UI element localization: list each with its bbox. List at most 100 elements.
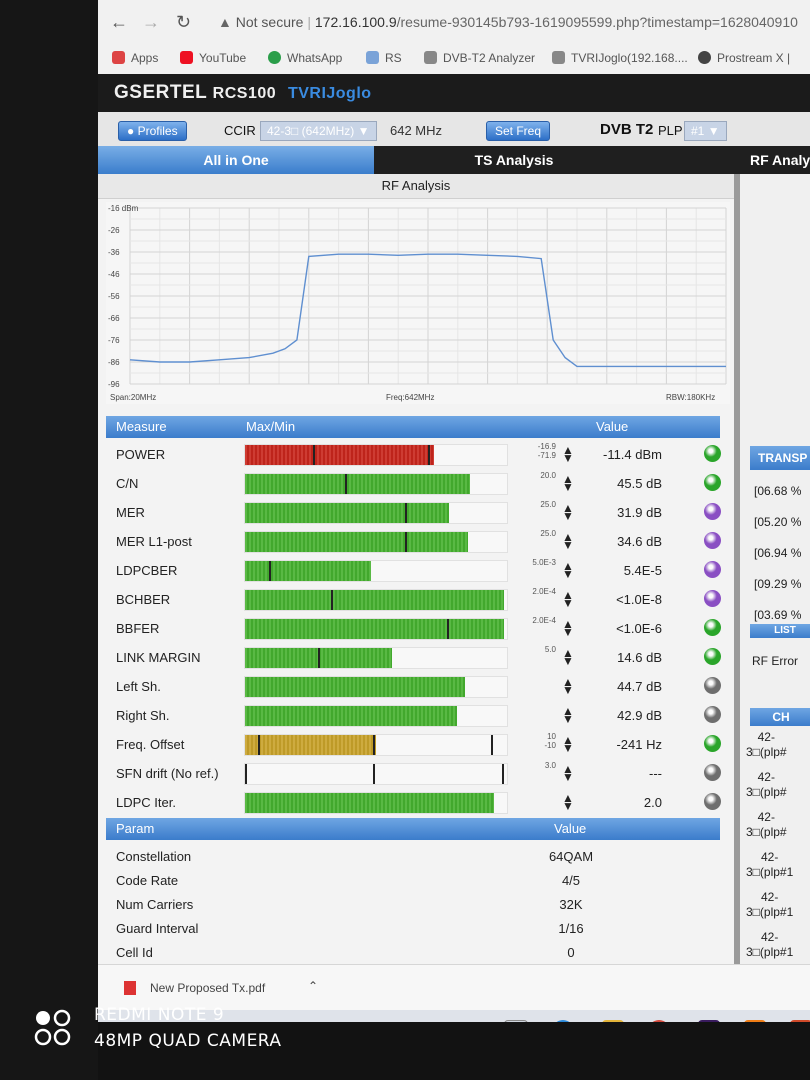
status-led-icon [704,793,721,810]
chrome-icon[interactable] [648,1020,670,1022]
vlc-icon[interactable] [744,1020,766,1022]
measure-col-header: Measure [116,419,167,434]
measure-bar-marker [318,648,321,668]
tab-bar: All in One TS Analysis RF Analys [98,146,810,174]
measure-bar-fill [245,735,376,755]
tab-ts-analysis[interactable]: TS Analysis [376,146,652,174]
transport-header: TRANSP [750,446,810,470]
channel-item[interactable]: 42- 3□(plp#1 [746,850,793,880]
measure-label: LINK MARGIN [116,650,201,665]
measure-label: LDPCBER [116,563,178,578]
measure-bar-marker [313,445,316,465]
status-led-icon [704,735,721,752]
param-value: 64QAM [548,849,594,864]
measure-row: SFN drift (No ref.) 3.0 ▲ ▼ --- [106,759,721,788]
measure-value: <1.0E-6 [616,621,662,636]
measure-row: MER L1-post 25.0 ▲ ▼ 34.6 dB [106,527,721,556]
measure-label: Left Sh. [116,679,161,694]
url-field[interactable]: ▲ Not secure | 172.16.100.9/resume-93014… [218,14,798,30]
measure-threshold: 5.0 [544,645,556,654]
channel-item[interactable]: 42- 3□(plp#1 [746,930,793,960]
measure-bar [244,676,508,698]
measure-value: 44.7 dB [617,679,662,694]
param-label: Guard Interval [116,921,199,936]
bookmarks-bar: Apps YouTube WhatsApp RS DVB-T2 Analyzer… [98,44,810,75]
warning-icon: ▲ [218,14,232,30]
spectrum-chart: -16 dBm -26 -36 -46 -56 -66 -76 -86 -96 Span:20M… [106,202,730,404]
channel-item[interactable]: 42- 3□(plp# [746,770,787,800]
ie-icon[interactable] [552,1020,574,1022]
apps-icon [112,51,125,64]
standard-label: CCIR [224,123,256,138]
param-row: Num Carriers 32K [106,892,720,916]
address-bar: ← → ↻ ▲ Not secure | 172.16.100.9/resume… [98,0,810,45]
measure-bar [244,618,508,640]
measure-value: 45.5 dB [617,476,662,491]
status-led-icon [704,561,721,578]
bookmark-apps[interactable]: Apps [112,51,158,65]
measure-label: Freq. Offset [116,737,185,752]
chevron-up-icon[interactable]: ⌃ [308,979,318,993]
measure-row: MER 25.0 ▲ ▼ 31.9 dB [106,498,721,527]
back-icon[interactable]: ← [110,12,128,33]
channel-select[interactable]: 42-3□ (642MHz) ▼ [260,121,377,141]
bookmark-prostream[interactable]: Prostream X | [698,51,790,65]
set-freq-button[interactable]: Set Freq [486,121,551,141]
y-tick-label: -56 [108,292,120,301]
y-tick-label: -26 [108,226,120,235]
dvb-t2-logo: DVB T2 [600,121,654,138]
param-value-col-header: Value [554,821,587,836]
plp-select[interactable]: #1 ▼ [684,121,727,141]
measure-row: LDPCBER 5.0E-3 ▲ ▼ 5.4E-5 [106,556,721,585]
bookmark-rs[interactable]: RS [366,51,402,65]
measure-value: 34.6 dB [617,534,662,549]
measure-bar-fill [245,590,505,610]
measure-value: 14.6 dB [617,650,662,665]
premiere-icon[interactable] [698,1020,720,1022]
channel-item[interactable]: 42- 3□(plp#1 [746,890,793,920]
measure-bar [244,734,508,756]
forward-icon[interactable]: → [142,12,160,33]
param-label: Cell Id [116,945,153,960]
measure-bar-marker [373,735,376,755]
param-col-header: Param [116,821,155,836]
measure-bar-fill [245,561,371,581]
measure-threshold: 3.0 [544,761,556,770]
tab-all-in-one[interactable]: All in One [98,146,374,174]
site-name: TVRIJoglo [287,85,372,102]
status-led-icon [704,764,721,781]
bookmark-dvb-analyzer[interactable]: DVB-T2 Analyzer [424,51,535,65]
bookmark-whatsapp[interactable]: WhatsApp [268,51,342,65]
measure-bar [244,473,508,495]
task-view-icon[interactable] [504,1020,528,1022]
channel-item[interactable]: 42- 3□(plp# [746,730,787,760]
measure-threshold: 5.0E-3 [532,558,556,567]
param-label: Num Carriers [116,897,194,912]
profiles-button[interactable]: ● Profiles [118,121,187,141]
freq-label: 642 MHz [390,123,443,138]
bookmark-tvrijoglo[interactable]: TVRIJoglo(192.168.... [552,51,688,65]
status-led-icon [704,619,721,636]
y-tick-label: -86 [108,358,120,367]
y-tick-label: -66 [108,314,120,323]
channel-item[interactable]: 42- 3□(plp# [746,810,787,840]
tab-rf-analysis[interactable]: RF Analys [654,146,810,174]
y-tick-label: -76 [108,336,120,345]
param-value: 32K [559,897,583,912]
measure-bar [244,763,508,785]
download-file[interactable]: New Proposed Tx.pdf [150,981,265,995]
measure-bar-marker [428,445,431,465]
measure-row: LINK MARGIN 5.0 ▲ ▼ 14.6 dB [106,643,721,672]
measure-label: MER L1-post [116,534,192,549]
file-explorer-icon[interactable] [602,1020,624,1022]
status-led-icon [704,677,721,694]
param-row: Guard Interval 1/16 [106,916,720,940]
param-value: 1/16 [558,921,584,936]
measure-threshold: 25.0 [540,529,556,538]
bookmark-youtube[interactable]: YouTube [180,51,246,65]
security-label: Not secure [235,14,304,30]
reload-icon[interactable]: ↻ [176,12,191,33]
status-led-icon [704,503,721,520]
measure-row: BCHBER 2.0E-4 ▲ ▼ <1.0E-8 [106,585,721,614]
powerpoint-icon[interactable] [790,1020,810,1022]
